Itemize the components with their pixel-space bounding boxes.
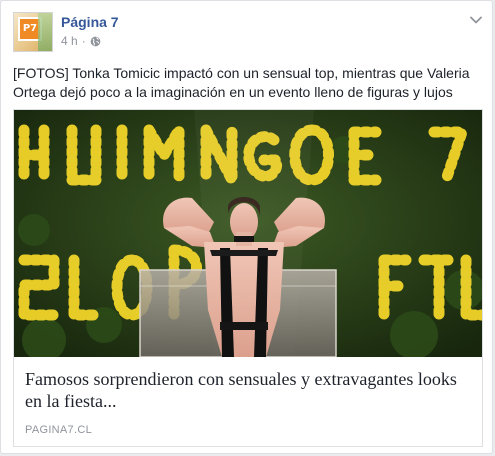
link-title[interactable]: Famosos sorprendieron con sensuales y ex… bbox=[25, 368, 471, 412]
globe-icon[interactable] bbox=[90, 36, 101, 47]
news-feed-post: P7 Página 7 4 h · [FOTOS] Tonka Tomicic … bbox=[0, 0, 493, 454]
post-text: [FOTOS] Tonka Tomicic impactó con un sen… bbox=[13, 65, 470, 100]
post-timestamp[interactable]: 4 h bbox=[61, 34, 78, 48]
link-preview[interactable]: Famosos sorprendieron con sensuales y ex… bbox=[13, 109, 483, 447]
link-domain: PAGINA7.CL bbox=[25, 424, 92, 436]
chevron-down-icon[interactable] bbox=[468, 13, 484, 27]
avatar-decoration bbox=[38, 13, 52, 51]
page-name-link[interactable]: Página 7 bbox=[61, 14, 119, 30]
link-preview-image[interactable] bbox=[14, 110, 482, 357]
post-meta: 4 h · bbox=[61, 34, 101, 48]
page-avatar[interactable]: P7 bbox=[13, 12, 53, 52]
meta-separator: · bbox=[81, 34, 86, 48]
